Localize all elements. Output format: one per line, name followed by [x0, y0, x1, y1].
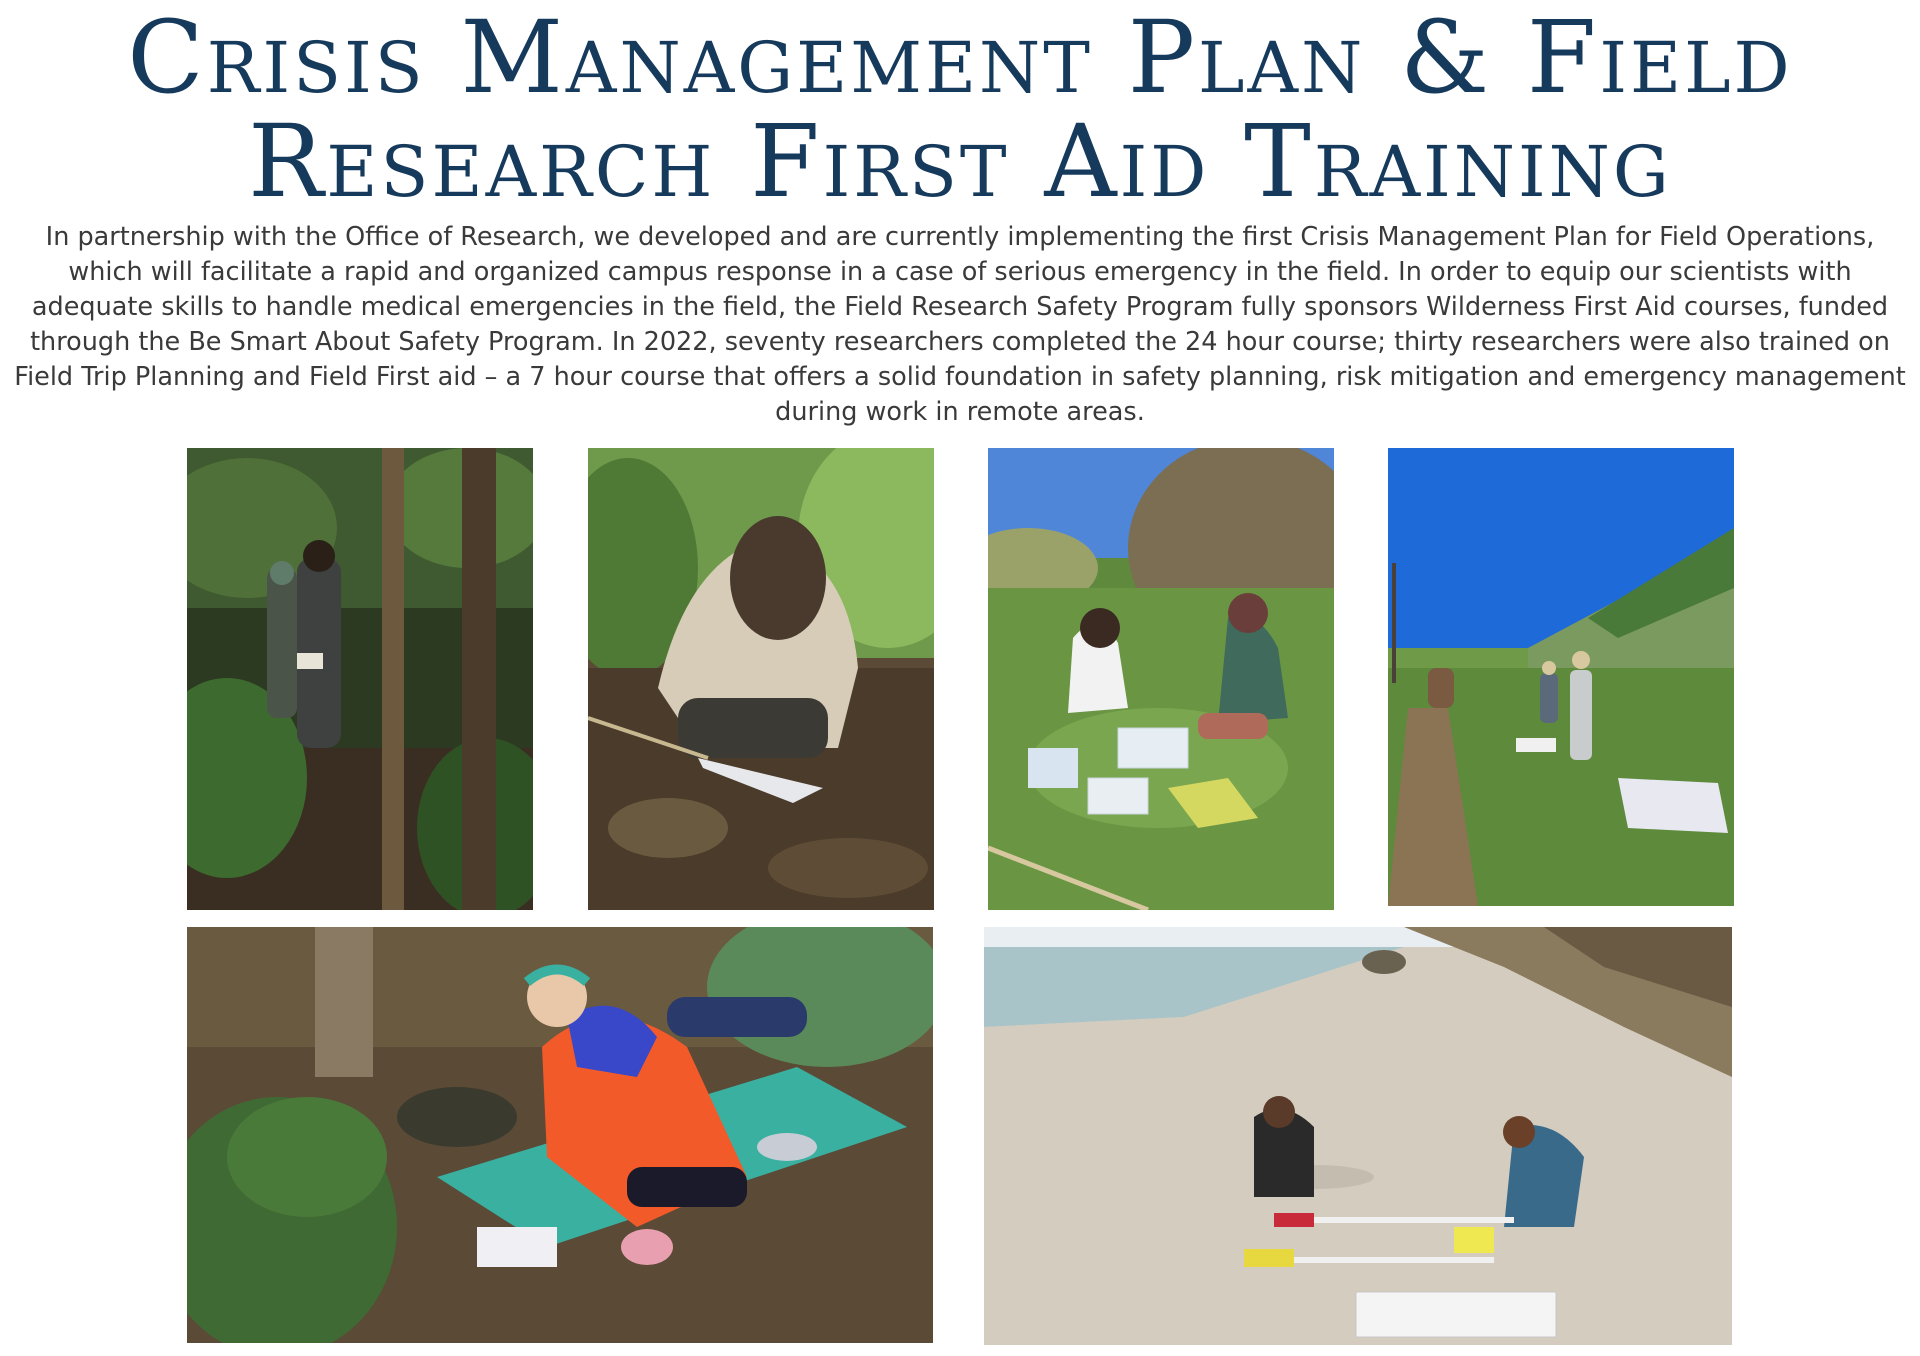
intro-paragraph: In partnership with the Office of Resear…: [14, 222, 1906, 427]
photo-sample-sorting: [988, 448, 1334, 910]
photo-first-aid-practice: [187, 927, 933, 1343]
photo-soil-sampling: [588, 448, 934, 910]
photo-trail-survey: [1388, 448, 1734, 906]
photo-forest-researchers: [187, 448, 533, 910]
page-title: Crisis Management Plan & Field Research …: [127, 0, 1793, 220]
photo-beach-survey: [984, 927, 1732, 1345]
